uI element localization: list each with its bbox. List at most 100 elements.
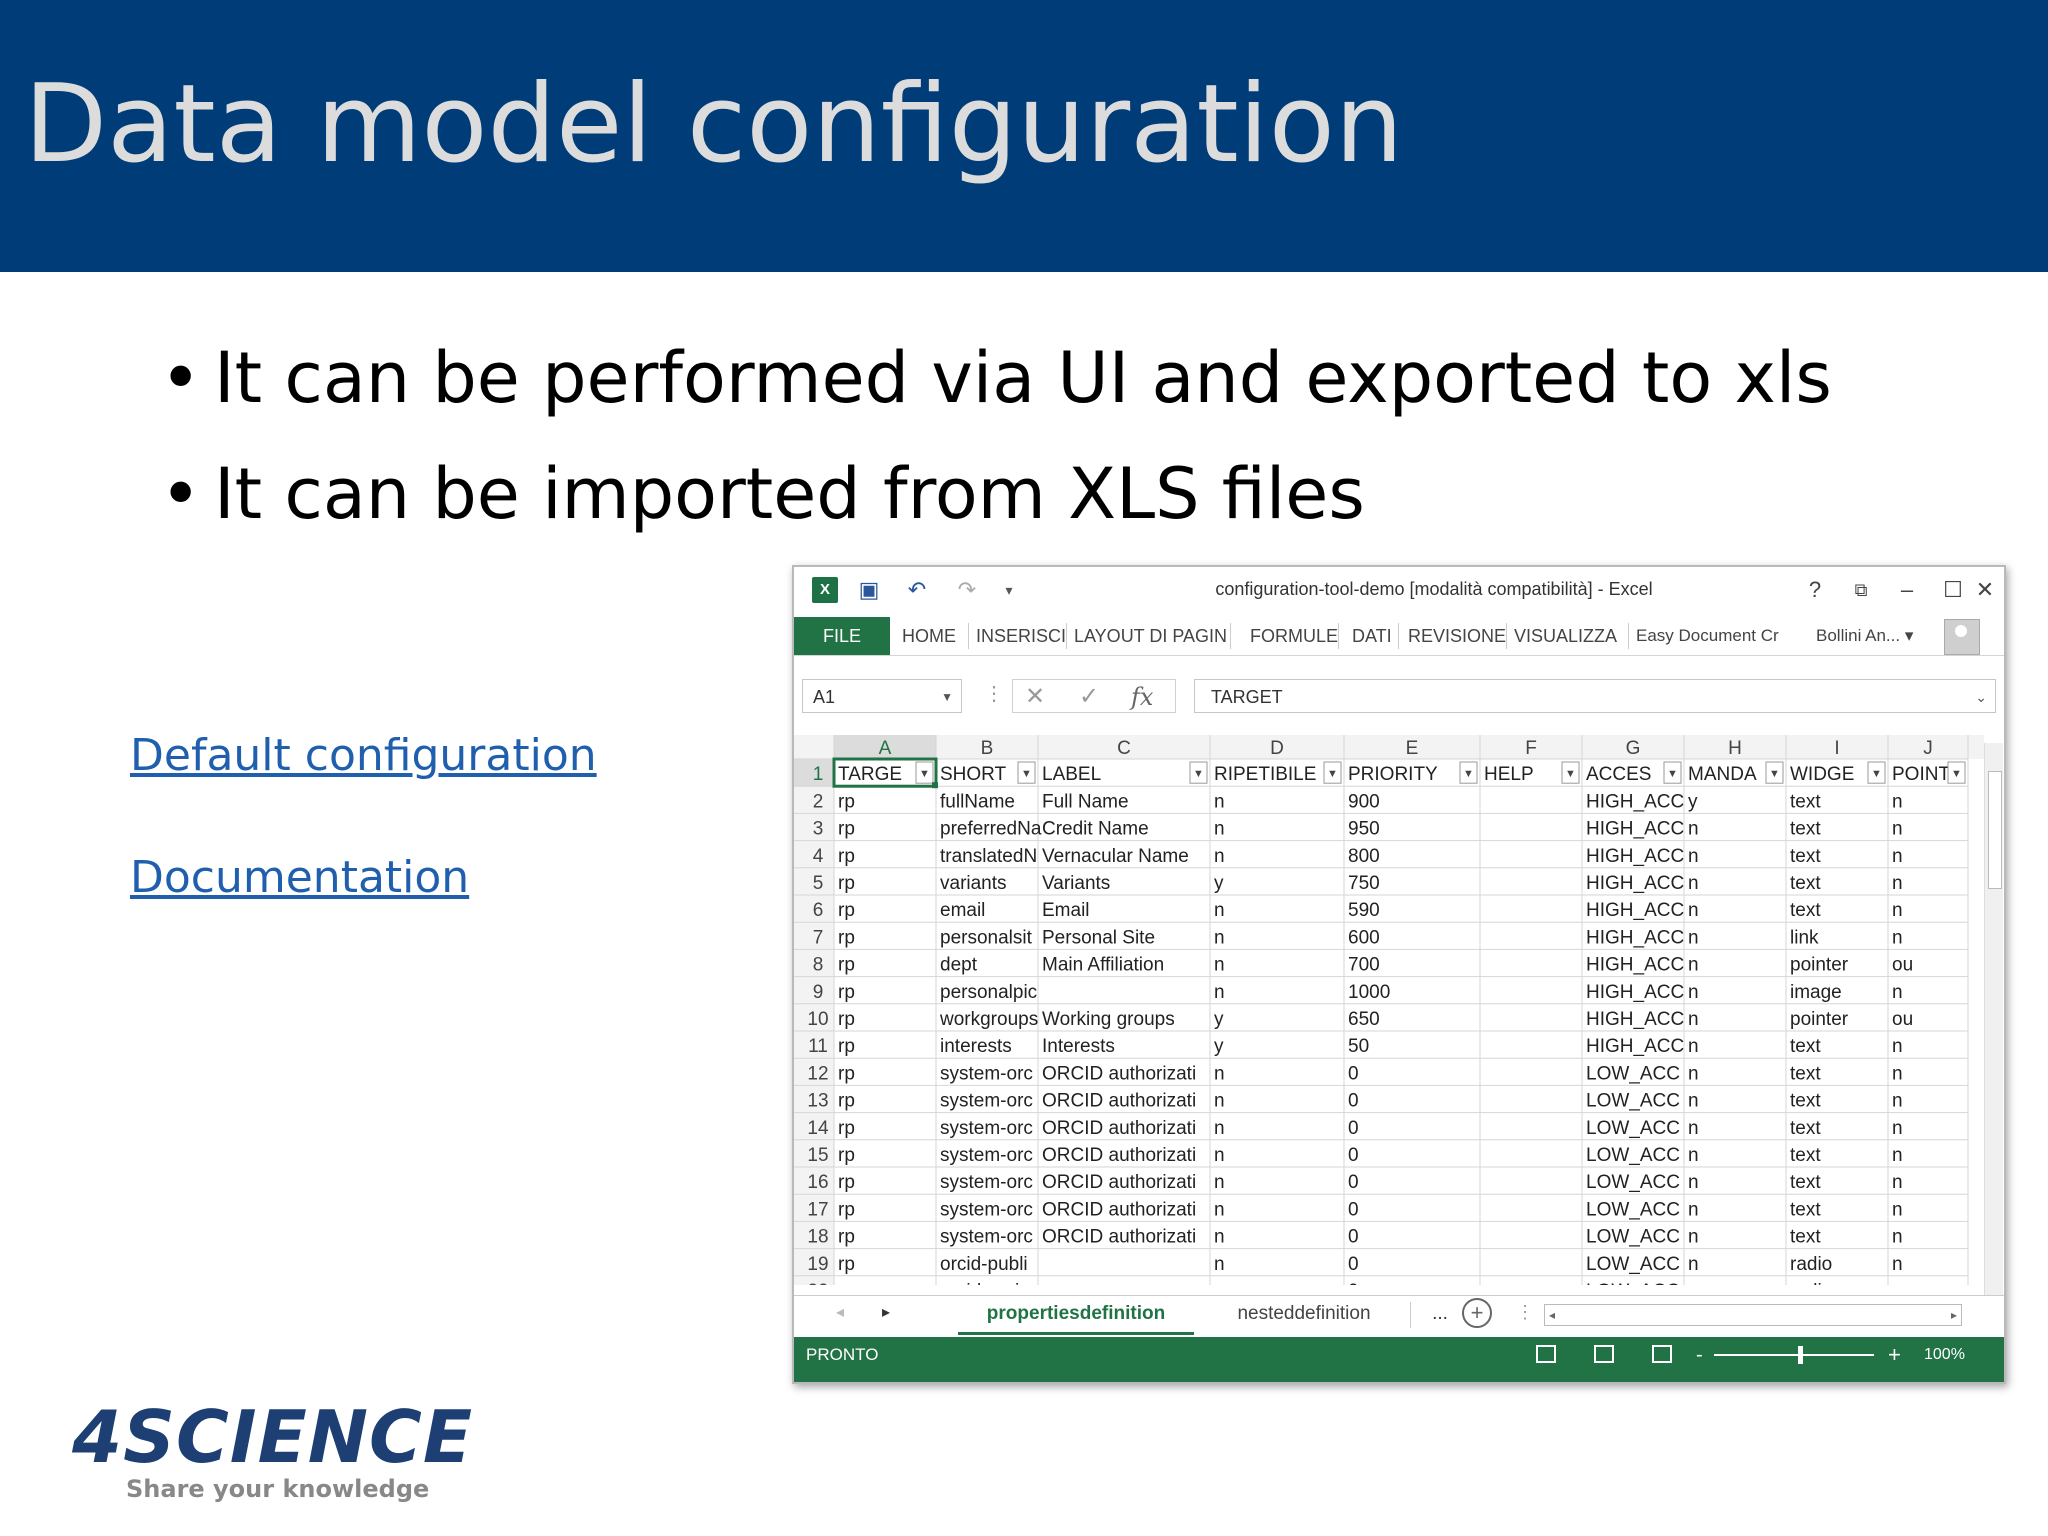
table-cell[interactable]: 600 [1348,927,1380,948]
help-button[interactable]: ? [1798,575,1832,605]
table-cell[interactable]: n [1214,1254,1225,1275]
table-cell[interactable]: ORCID authorizati [1042,1118,1196,1139]
page-break-view-icon[interactable] [1652,1345,1672,1363]
next-sheet-icon[interactable]: ▸ [882,1302,890,1322]
table-cell[interactable]: 0 [1348,1091,1359,1112]
minimize-button[interactable]: – [1890,575,1924,605]
table-cell[interactable]: HIGH_ACC [1586,955,1684,976]
table-cell[interactable]: system-orc [940,1118,1033,1139]
table-cell[interactable]: ORCID authorizati [1042,1227,1196,1248]
table-cell[interactable]: rp [838,1009,855,1030]
table-cell[interactable]: n [1214,819,1225,840]
table-cell[interactable]: LOW_ACC [1586,1091,1680,1112]
table-cell[interactable]: n [1688,1118,1699,1139]
table-cell[interactable]: text [1790,1172,1821,1193]
table-cell[interactable]: HIGH_ACC [1586,927,1684,948]
header-cell[interactable]: MANDA [1688,764,1757,785]
table-cell[interactable]: LOW_ACC [1586,1063,1680,1084]
table-cell[interactable]: LOW_ACC [1586,1254,1680,1275]
table-cell[interactable]: personalsit [940,927,1033,948]
table-cell[interactable]: n [1688,819,1699,840]
row-header[interactable]: 19 [807,1254,828,1275]
table-cell[interactable]: 700 [1348,955,1380,976]
table-cell[interactable]: n [1892,1199,1903,1220]
table-cell[interactable]: n [1892,1063,1903,1084]
table-cell[interactable]: n [1688,982,1699,1003]
table-cell[interactable]: rp [838,791,855,812]
table-cell[interactable]: n [1214,1172,1225,1193]
table-cell[interactable]: ORCID authorizati [1042,1145,1196,1166]
table-cell[interactable]: 0 [1348,1118,1359,1139]
table-cell[interactable]: n [1688,900,1699,921]
table-cell[interactable]: email [940,900,985,921]
tab-dati[interactable]: DATI [1352,617,1392,655]
table-cell[interactable]: n [1688,1009,1699,1030]
table-cell[interactable]: n [1214,955,1225,976]
row-header[interactable]: 17 [807,1199,828,1220]
table-cell[interactable]: HIGH_ACC [1586,791,1684,812]
row-header[interactable]: 3 [813,819,824,840]
table-cell[interactable]: n [1892,1118,1903,1139]
table-cell[interactable]: HIGH_ACC [1586,900,1684,921]
table-cell[interactable]: 650 [1348,1009,1380,1030]
table-cell[interactable]: rp [838,982,855,1003]
table-cell[interactable]: 0 [1348,1254,1359,1275]
table-cell[interactable]: translatedN [940,846,1037,867]
table-cell[interactable]: y [1214,1009,1224,1030]
table-cell[interactable]: text [1790,846,1821,867]
table-cell[interactable]: LOW_ACC [1586,1118,1680,1139]
column-header-A[interactable]: A [879,738,892,759]
table-cell[interactable]: rp [838,819,855,840]
table-cell[interactable]: n [1214,1227,1225,1248]
table-cell[interactable]: personalpic [940,982,1037,1003]
table-cell[interactable]: n [1214,1118,1225,1139]
table-cell[interactable]: n [1688,1254,1699,1275]
table-cell[interactable]: n [1214,846,1225,867]
documentation-link[interactable]: Documentation [130,852,469,903]
table-cell[interactable]: n [1688,1063,1699,1084]
row-header[interactable]: 12 [807,1063,828,1084]
table-cell[interactable]: n [1214,900,1225,921]
table-cell[interactable]: n [1214,1063,1225,1084]
table-cell[interactable]: n [1214,1145,1225,1166]
table-cell[interactable]: n [1214,1281,1225,1285]
ribbon-display-button[interactable]: ⧉ [1844,575,1878,605]
table-cell[interactable]: HIGH_ACC [1586,873,1684,894]
table-cell[interactable]: workgroups [939,1009,1038,1030]
table-cell[interactable]: n [1688,1091,1699,1112]
header-cell[interactable]: HELP [1484,764,1534,785]
row-header[interactable]: 20 [807,1281,828,1285]
table-cell[interactable]: link [1790,927,1819,948]
table-cell[interactable]: LOW_ACC [1586,1199,1680,1220]
header-cell[interactable]: PRIORITY [1348,764,1438,785]
table-cell[interactable]: n [1892,1281,1903,1285]
table-cell[interactable]: 590 [1348,900,1380,921]
table-cell[interactable]: n [1892,982,1903,1003]
table-cell[interactable]: rp [838,1172,855,1193]
table-cell[interactable]: n [1892,900,1903,921]
table-cell[interactable]: ORCID authorizati [1042,1063,1196,1084]
sheet-tab-nesteddefinition[interactable]: nesteddefinition [1204,1296,1404,1332]
table-cell[interactable]: text [1790,1145,1821,1166]
table-cell[interactable]: radio [1790,1281,1832,1285]
spreadsheet-grid[interactable]: A B C D E F G H I J 1 TARGE SHORT LABEL RIPETIBILE PRIO… [794,735,1984,1285]
column-header-H[interactable]: H [1728,738,1742,759]
table-cell[interactable]: Vernacular Name [1042,846,1189,867]
column-header-F[interactable]: F [1525,738,1537,759]
table-cell[interactable]: HIGH_ACC [1586,1009,1684,1030]
table-cell[interactable]: n [1892,1254,1903,1275]
header-cell[interactable]: RIPETIBILE [1214,764,1316,785]
table-cell[interactable]: orcid-proje [940,1281,1030,1285]
table-cell[interactable]: HIGH_ACC [1586,819,1684,840]
table-cell[interactable]: 0 [1348,1227,1359,1248]
zoom-level[interactable]: 100% [1924,1337,1965,1373]
column-header-I[interactable]: I [1834,738,1839,759]
zoom-out-icon[interactable]: - [1696,1337,1703,1373]
table-cell[interactable]: n [1214,1091,1225,1112]
table-cell[interactable]: rp [838,900,855,921]
table-cell[interactable]: system-orc [940,1063,1033,1084]
table-cell[interactable]: text [1790,1199,1821,1220]
table-cell[interactable]: system-orc [940,1172,1033,1193]
row-header[interactable]: 13 [807,1091,828,1112]
table-cell[interactable]: LOW_ACC [1586,1145,1680,1166]
